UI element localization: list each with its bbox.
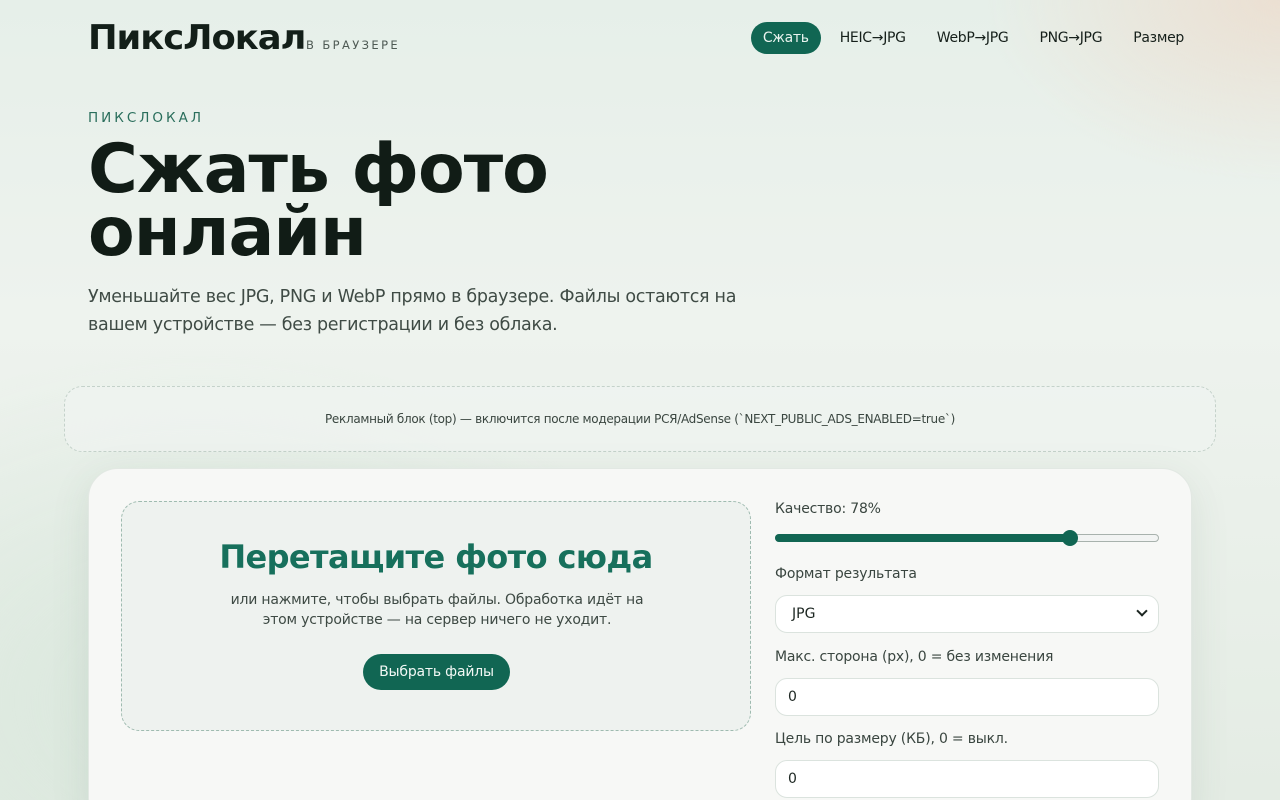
logo-tagline: В БРАУЗЕРЕ — [306, 38, 401, 52]
nav-item-resize[interactable]: Размер — [1121, 22, 1196, 54]
chevron-down-icon — [1136, 605, 1148, 617]
nav-item-webp-to-jpg[interactable]: WebP→JPG — [925, 22, 1021, 54]
dropzone-subtitle: или нажмите, чтобы выбрать файлы. Обрабо… — [230, 592, 644, 628]
format-selected-value: JPG — [792, 606, 816, 622]
compress-tool-card: Перетащите фото сюда или нажмите, чтобы … — [88, 468, 1192, 800]
hero-subtitle: Уменьшайте вес JPG, PNG и WebP прямо в б… — [88, 287, 737, 335]
main-nav: Сжать HEIC→JPG WebP→JPG PNG→JPG Размер — [744, 22, 1196, 54]
quality-slider[interactable] — [775, 530, 1159, 546]
target-size-label: Цель по размеру (КБ), 0 = выкл. — [775, 731, 1008, 747]
ad-placeholder: Рекламный блок (top) — включится после м… — [64, 386, 1216, 452]
max-side-label: Макс. сторона (px), 0 = без изменения — [775, 649, 1054, 665]
site-logo[interactable]: ПиксЛокал — [88, 18, 306, 58]
file-dropzone[interactable]: Перетащите фото сюда или нажмите, чтобы … — [121, 501, 751, 731]
nav-item-compress[interactable]: Сжать — [750, 22, 821, 54]
dropzone-title: Перетащите фото сюда — [219, 538, 653, 576]
nav-item-heic-to-jpg[interactable]: HEIC→JPG — [828, 22, 918, 54]
site-header: ПиксЛокал В БРАУЗЕРЕ Сжать HEIC→JPG WebP… — [0, 0, 1280, 76]
quality-label: Качество: 78% — [775, 501, 881, 517]
nav-item-png-to-jpg[interactable]: PNG→JPG — [1027, 22, 1114, 54]
page-title: Сжать фото онлайн — [88, 130, 549, 272]
format-select[interactable]: JPG — [775, 595, 1159, 633]
slider-thumb[interactable] — [1062, 530, 1079, 546]
target-size-input[interactable]: 0 — [775, 760, 1159, 798]
format-label: Формат результата — [775, 566, 917, 582]
choose-files-button[interactable]: Выбрать файлы — [363, 654, 510, 690]
slider-fill — [775, 534, 1071, 542]
ad-placeholder-text: Рекламный блок (top) — включится после м… — [324, 412, 956, 426]
max-side-input[interactable]: 0 — [775, 678, 1159, 716]
hero-eyebrow: ПИКСЛОКАЛ — [88, 110, 205, 126]
